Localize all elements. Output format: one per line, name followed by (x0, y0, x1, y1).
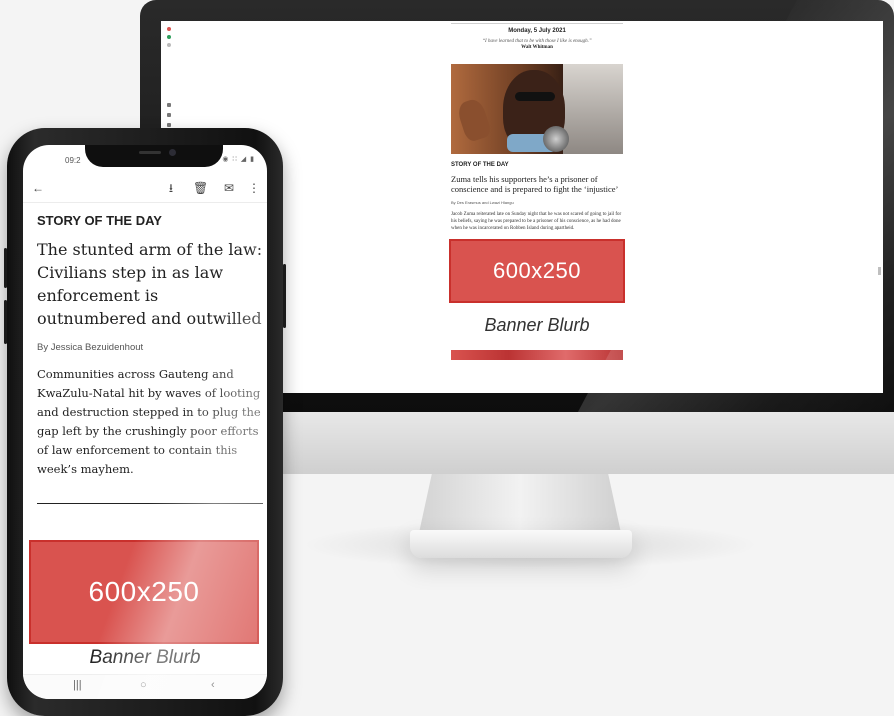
earpiece (139, 151, 161, 154)
maximize-dot-icon[interactable] (167, 35, 171, 39)
newsletter-date: Monday, 5 July 2021 (508, 28, 566, 34)
section-divider (37, 503, 263, 504)
recents-icon[interactable]: ||| (73, 679, 82, 691)
story-photo[interactable] (451, 64, 623, 154)
story-eyebrow: STORY OF THE DAY (451, 162, 509, 168)
top-divider (451, 23, 623, 24)
story-headline-link[interactable]: The stunted arm of the law: Civilians st… (37, 238, 263, 330)
photo-background (563, 64, 623, 154)
front-camera (169, 149, 176, 156)
home-icon[interactable]: ○ (140, 679, 147, 691)
banner-blurb: Banner Blurb (89, 647, 201, 668)
sidebar-circle-icon[interactable] (167, 103, 171, 107)
archive-icon[interactable]: ⭳ (164, 181, 178, 195)
phone-power-button (283, 264, 286, 328)
phone-screen: 09:2 ✳ ◉ ∷ ◢ ▮ ← ⭳ 🗑 ✉ ⋮ STORY OF THE DA… (23, 145, 267, 699)
trash-icon[interactable]: 🗑 (193, 181, 208, 195)
sidebar-square-icon[interactable] (167, 123, 171, 127)
story-byline: By Jessica Bezuidenhout (37, 342, 144, 353)
story-headline-link[interactable]: Zuma tells his supporters he’s a prisone… (451, 174, 623, 194)
quote-author: Walt Whitman (521, 45, 553, 50)
mobile-phone: 09:2 ✳ ◉ ∷ ◢ ▮ ← ⭳ 🗑 ✉ ⋮ STORY OF THE DA… (4, 128, 286, 716)
mail-icon[interactable]: ✉ (222, 181, 236, 195)
phone-side-button (4, 300, 7, 344)
menu-dot-icon[interactable] (167, 43, 171, 47)
sidebar-camera-icon[interactable] (167, 113, 171, 117)
banner-ad[interactable]: 600x250 (449, 239, 625, 303)
banner-blurb: Banner Blurb (484, 315, 590, 335)
scrollbar-thumb[interactable] (878, 267, 881, 275)
nav-back-icon[interactable]: ‹ (211, 679, 215, 691)
banner-ad[interactable]: 600x250 (29, 540, 259, 644)
back-arrow-icon[interactable]: ← (31, 181, 45, 195)
window-controls (165, 25, 177, 51)
more-vert-icon[interactable]: ⋮ (247, 181, 261, 195)
status-time: 09:2 (65, 156, 81, 165)
next-story-image[interactable] (451, 350, 623, 360)
android-nav-bar: ||| ○ ‹ (23, 674, 267, 699)
daily-quote: “I have learned that to be with those I … (482, 39, 592, 44)
photo-hand (455, 96, 493, 144)
phone-notch (85, 145, 223, 167)
photo-glasses (515, 92, 555, 101)
newsletter-column: Monday, 5 July 2021 “I have learned that… (449, 21, 625, 360)
story-eyebrow: STORY OF THE DAY (37, 213, 162, 228)
mail-app-bar: ← ⭳ 🗑 ✉ ⋮ (23, 175, 267, 203)
story-summary: Communities across Gauteng and KwaZulu-N… (37, 367, 261, 476)
phone-volume-button (4, 248, 7, 288)
close-dot-icon[interactable] (167, 27, 171, 31)
monitor-stand-base (410, 530, 632, 558)
email-body: STORY OF THE DAY The stunted arm of the … (37, 213, 263, 504)
monitor-stand-neck (419, 474, 621, 532)
story-byline: By Des Erasmus and Lwazi Hlangu (451, 200, 514, 205)
microphone-icon (543, 126, 569, 152)
story-summary: Jacob Zuma reiterated late on Sunday nig… (451, 212, 622, 231)
